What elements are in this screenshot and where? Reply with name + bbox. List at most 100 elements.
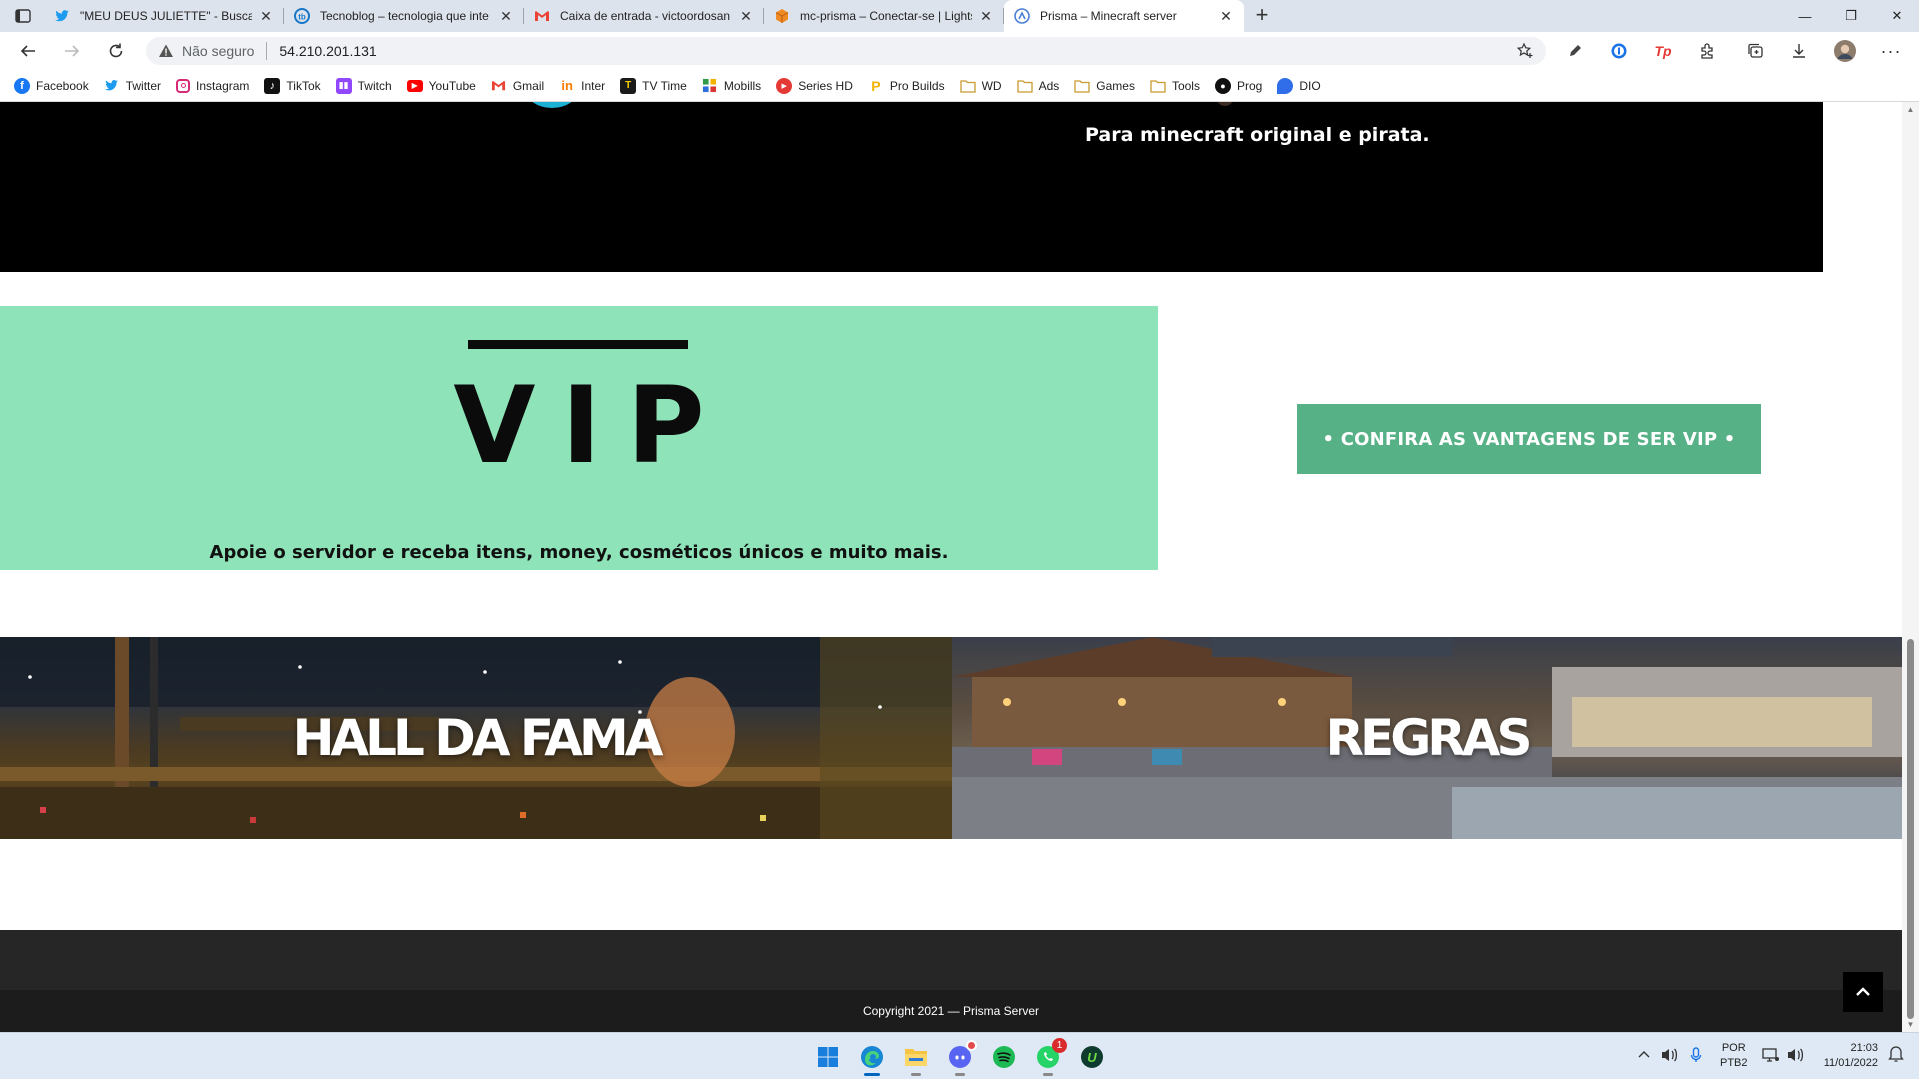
close-window-button[interactable]: ✕	[1874, 0, 1919, 32]
svg-text:tb: tb	[298, 13, 306, 22]
tab-tecnoblog[interactable]: tb Tecnoblog – tecnologia que inte ✕	[284, 0, 524, 32]
bookmark-pro-builds[interactable]: P Pro Builds	[868, 77, 944, 94]
refresh-icon	[109, 43, 123, 58]
security-status[interactable]: Não seguro	[182, 43, 254, 59]
spotify-icon[interactable]	[990, 1043, 1018, 1071]
download-icon[interactable]	[1788, 40, 1810, 62]
forward-button[interactable]	[58, 38, 86, 64]
warning-icon[interactable]	[158, 43, 174, 59]
running-app-indicator	[955, 1073, 965, 1076]
page-icon	[1014, 8, 1030, 24]
bookmark-inter[interactable]: in Inter	[559, 78, 605, 94]
vip-section: VIP Apoie o servidor e receba itens, mon…	[0, 306, 1158, 570]
vip-title-bar	[468, 340, 688, 349]
more-menu-icon[interactable]: ···	[1880, 40, 1902, 62]
twitter-icon	[104, 78, 120, 94]
whatsapp-unread-badge: 1	[1052, 1038, 1067, 1053]
pen-extension-icon[interactable]	[1564, 40, 1586, 62]
play-icon: ▶	[776, 77, 793, 94]
close-tab-icon[interactable]: ✕	[738, 8, 754, 25]
folder-icon	[959, 78, 976, 94]
bookmark-facebook[interactable]: f Facebook	[14, 77, 89, 94]
password-manager-icon[interactable]	[1608, 40, 1630, 62]
bookmark-youtube[interactable]: ▶ YouTube	[406, 79, 476, 93]
tab-lightsail[interactable]: mc-prisma – Conectar-se | Lights ✕	[764, 0, 1004, 32]
bookmark-mobills[interactable]: Mobills	[702, 78, 761, 94]
close-tab-icon[interactable]: ✕	[258, 8, 274, 25]
microphone-icon[interactable]	[1690, 1047, 1702, 1066]
minimize-button[interactable]: —	[1782, 0, 1828, 32]
windows-start-icon[interactable]	[814, 1043, 842, 1071]
notifications-icon[interactable]	[1888, 1045, 1904, 1066]
network-icon[interactable]	[1762, 1047, 1780, 1066]
vip-subtitle: Apoie o servidor e receba itens, money, …	[209, 542, 949, 563]
gmail-icon	[491, 78, 507, 94]
tp-extension-icon[interactable]: Tp	[1652, 40, 1674, 62]
scrollbar-thumb[interactable]	[1907, 639, 1914, 1019]
folder-icon	[1016, 78, 1033, 94]
hall-of-fame-card[interactable]: HALL DA FAMA	[0, 637, 952, 839]
page-scrollbar[interactable]: ▲ ▼	[1902, 102, 1919, 1032]
footer-copyright: Copyright 2021 — Prisma Server	[862, 1004, 1040, 1018]
volume-icon[interactable]	[1786, 1047, 1804, 1066]
extensions-icon[interactable]	[1696, 40, 1718, 62]
scroll-up-arrow-icon[interactable]: ▲	[1906, 105, 1915, 114]
svg-text:U: U	[1087, 1050, 1097, 1065]
bookmark-tvtime[interactable]: T TV Time	[620, 77, 687, 94]
bookmark-twitter[interactable]: Twitter	[104, 78, 161, 94]
twitch-icon: ▮▮	[335, 77, 352, 94]
profile-avatar[interactable]	[1834, 40, 1856, 62]
scroll-down-arrow-icon[interactable]: ▼	[1906, 1020, 1915, 1029]
footer-widgets	[0, 930, 1902, 990]
speaker-icon[interactable]	[1660, 1047, 1678, 1066]
bookmark-gmail[interactable]: Gmail	[491, 78, 544, 94]
restore-button[interactable]: ❐	[1828, 0, 1874, 32]
language-indicator[interactable]: POR PTB2	[1720, 1041, 1748, 1071]
tab-twitter-search[interactable]: "MEU DEUS JULIETTE" - Busca do ✕	[44, 0, 284, 32]
notification-dot	[966, 1040, 977, 1051]
running-app-indicator	[911, 1073, 921, 1076]
back-button[interactable]	[14, 38, 42, 64]
instagram-icon	[176, 78, 191, 93]
refresh-button[interactable]	[102, 38, 130, 64]
hero-tagline: Para minecraft original e pirata.	[1085, 124, 1430, 146]
hall-of-fame-title: HALL DA FAMA	[292, 709, 664, 767]
vip-benefits-button[interactable]: • CONFIRA AS VANTAGENS DE SER VIP •	[1297, 404, 1761, 474]
upwork-icon[interactable]: U	[1078, 1043, 1106, 1071]
bookmark-folder-ads[interactable]: Ads	[1016, 78, 1059, 94]
tab-actions-icon[interactable]	[14, 7, 32, 25]
bookmark-folder-games[interactable]: Games	[1074, 78, 1135, 94]
aws-cube-icon	[774, 8, 790, 24]
hero-logo-fragment	[526, 102, 578, 108]
bookmark-dio[interactable]: DIO	[1277, 77, 1321, 94]
close-tab-icon[interactable]: ✕	[978, 8, 994, 25]
tab-prisma-active[interactable]: Prisma – Minecraft server ✕	[1004, 0, 1244, 32]
dio-icon	[1277, 77, 1294, 94]
bookmark-instagram[interactable]: Instagram	[176, 78, 249, 93]
file-explorer-icon[interactable]	[902, 1043, 930, 1076]
address-bar[interactable]: Não seguro 54.210.201.131	[146, 37, 1546, 65]
bookmark-folder-wd[interactable]: WD	[959, 78, 1002, 94]
rules-card[interactable]: REGRAS	[952, 637, 1902, 839]
bookmark-series-hd[interactable]: ▶ Series HD	[776, 77, 853, 94]
url-text[interactable]: 54.210.201.131	[279, 43, 376, 59]
arrow-right-icon	[65, 45, 80, 57]
bookmark-twitch[interactable]: ▮▮ Twitch	[335, 77, 392, 94]
bookmark-folder-tools[interactable]: Tools	[1150, 78, 1200, 94]
bookmark-prog[interactable]: ● Prog	[1214, 77, 1262, 94]
close-tab-icon[interactable]: ✕	[498, 8, 514, 25]
discord-icon[interactable]	[946, 1040, 977, 1076]
edge-icon[interactable]	[858, 1043, 886, 1076]
close-tab-icon[interactable]: ✕	[1218, 8, 1234, 25]
system-clock[interactable]: 21:03 11/01/2022	[1812, 1041, 1878, 1071]
show-hidden-icons-icon[interactable]	[1638, 1047, 1650, 1062]
bookmark-tiktok[interactable]: ♪ TikTok	[264, 77, 321, 94]
back-to-top-button[interactable]	[1843, 972, 1883, 1012]
tab-gmail[interactable]: Caixa de entrada - victoordosan ✕	[524, 0, 764, 32]
whatsapp-icon[interactable]: 1	[1034, 1038, 1067, 1076]
collections-icon[interactable]	[1744, 40, 1766, 62]
add-favorite-icon[interactable]	[1516, 42, 1534, 60]
new-tab-button[interactable]: +	[1250, 4, 1274, 28]
probuilds-icon: P	[871, 77, 881, 94]
hero-avatar-fragment	[1215, 102, 1235, 106]
